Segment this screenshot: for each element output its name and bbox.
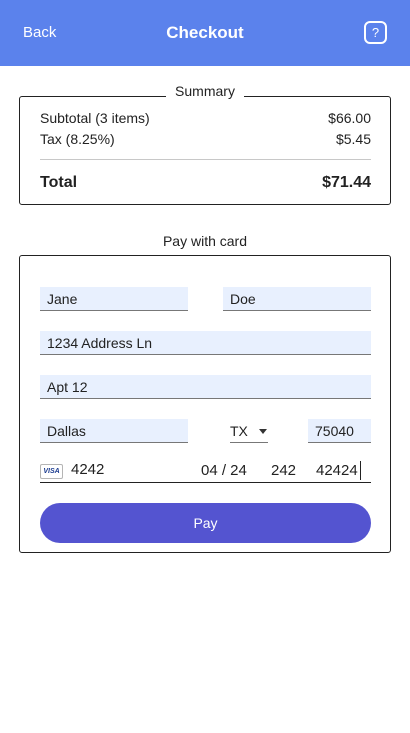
state-select[interactable]: TX	[230, 419, 268, 443]
subtotal-label: Subtotal (3 items)	[40, 110, 150, 126]
card-postal-field[interactable]: 42424	[316, 462, 358, 479]
help-icon: ?	[371, 25, 380, 40]
first-name-field[interactable]: Jane	[40, 287, 188, 311]
last-name-field[interactable]: Doe	[223, 287, 371, 311]
card-number-field[interactable]: 4242	[71, 461, 104, 478]
header-bar: Back Checkout ?	[0, 0, 410, 66]
zip-field[interactable]: 75040	[308, 419, 371, 443]
text-cursor	[360, 461, 361, 480]
payment-legend: Pay with card	[0, 233, 410, 249]
tax-label: Tax (8.25%)	[40, 131, 115, 147]
subtotal-value: $66.00	[328, 110, 371, 126]
card-cvc-field[interactable]: 242	[271, 462, 296, 479]
summary-legend: Summary	[19, 83, 391, 99]
visa-icon: VISA	[40, 464, 63, 479]
city-field[interactable]: Dallas	[40, 419, 188, 443]
payment-form: Jane Doe 1234 Address Ln Apt 12 Dallas T…	[19, 255, 391, 553]
summary-legend-text: Summary	[166, 83, 244, 99]
page-title: Checkout	[166, 23, 244, 42]
card-input[interactable]: VISA 4242 04 / 24 242 42424	[40, 461, 371, 483]
address-line2-field[interactable]: Apt 12	[40, 375, 371, 399]
summary-panel: Subtotal (3 items) $66.00 Tax (8.25%) $5…	[19, 96, 391, 205]
address-line1-field[interactable]: 1234 Address Ln	[40, 331, 371, 355]
card-expiry-field[interactable]: 04 / 24	[201, 462, 247, 479]
pay-button[interactable]: Pay	[40, 503, 371, 543]
summary-divider	[40, 159, 371, 160]
tax-value: $5.45	[335, 131, 371, 147]
total-label: Total	[40, 174, 78, 191]
state-value: TX	[230, 423, 248, 439]
help-button[interactable]: ?	[364, 21, 387, 44]
chevron-down-icon	[259, 429, 267, 434]
payment-legend-text: Pay with card	[162, 233, 248, 249]
total-value: $71.44	[322, 174, 371, 191]
